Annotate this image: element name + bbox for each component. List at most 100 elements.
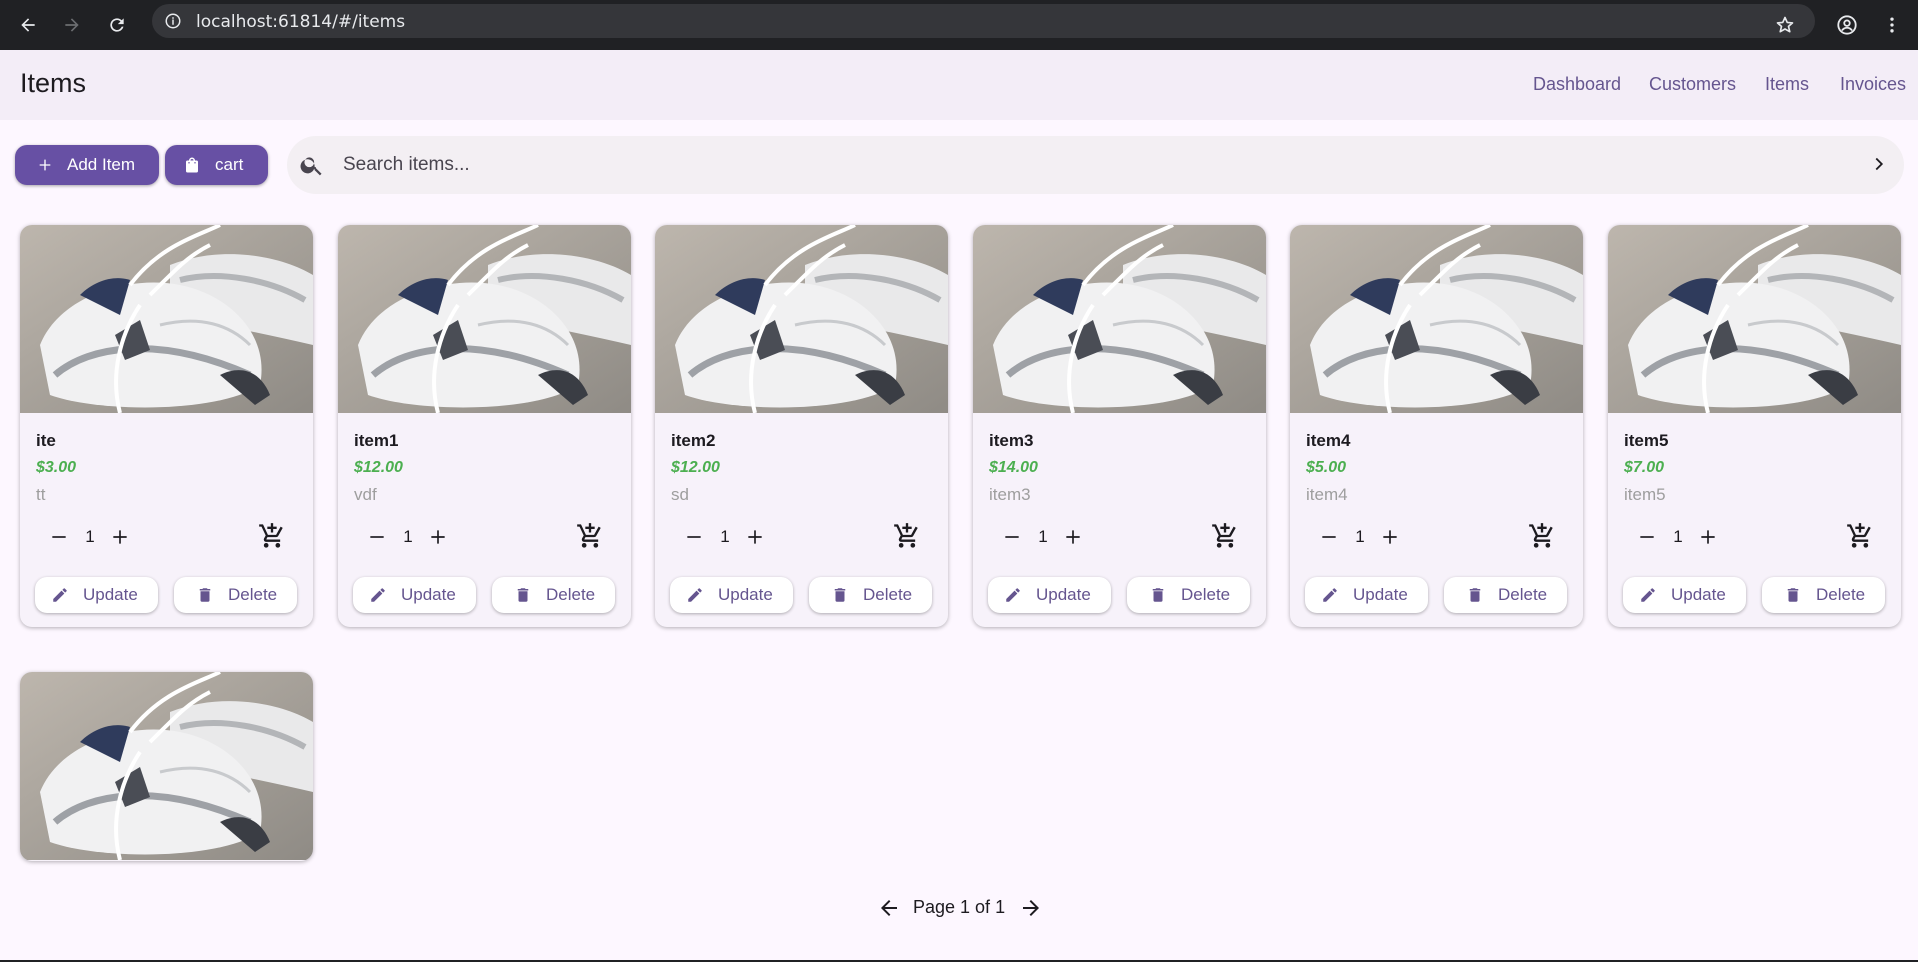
- delete-label: Delete: [1816, 585, 1866, 604]
- arrow-left-icon: [881, 900, 897, 916]
- plus-icon: [1383, 530, 1397, 544]
- site-info-icon[interactable]: [164, 12, 182, 35]
- item-description: vdf: [354, 485, 377, 504]
- minus-icon: [1322, 536, 1336, 538]
- forward-icon[interactable]: [56, 9, 88, 41]
- update-button[interactable]: Update: [988, 577, 1111, 613]
- increase-quantity-button[interactable]: [1375, 522, 1405, 552]
- decrease-quantity-button[interactable]: [679, 522, 709, 552]
- add-to-cart-button[interactable]: [575, 521, 605, 551]
- delete-button[interactable]: Delete: [1127, 577, 1250, 613]
- item-name: ite: [36, 431, 56, 450]
- item-quantity: 1: [720, 527, 730, 546]
- delete-button[interactable]: Delete: [174, 577, 297, 613]
- item-quantity: 1: [1673, 527, 1683, 546]
- delete-label: Delete: [546, 585, 596, 604]
- address-bar[interactable]: localhost:61814/#/items: [152, 4, 1815, 38]
- url-text[interactable]: localhost:61814/#/items: [196, 12, 405, 32]
- add-to-cart-button[interactable]: [1210, 521, 1240, 551]
- item-card: item4 $5.00 item4 1 Update Delete: [1290, 225, 1583, 627]
- add-shopping-cart-icon: [577, 523, 601, 548]
- sneaker-image: [20, 225, 313, 413]
- item-card: item5 $7.00 item5 1 Update Delete: [1608, 225, 1901, 627]
- add-to-cart-button[interactable]: [1527, 521, 1557, 551]
- item-description: item3: [989, 485, 1031, 504]
- edit-pencil-icon: [1641, 588, 1655, 602]
- minus-icon: [1005, 536, 1019, 538]
- update-label: Update: [1671, 585, 1726, 604]
- item-name: item2: [671, 431, 716, 450]
- search-input[interactable]: [343, 146, 1823, 184]
- bookmark-star-icon[interactable]: [1769, 9, 1801, 41]
- delete-label: Delete: [863, 585, 913, 604]
- increase-quantity-button[interactable]: [1058, 522, 1088, 552]
- delete-button[interactable]: Delete: [1762, 577, 1885, 613]
- plus-icon: [113, 530, 127, 544]
- delete-button[interactable]: Delete: [809, 577, 932, 613]
- plus-icon: [748, 530, 762, 544]
- item-name: item3: [989, 431, 1034, 450]
- delete-button[interactable]: Delete: [492, 577, 615, 613]
- increase-quantity-button[interactable]: [1693, 522, 1723, 552]
- add-to-cart-button[interactable]: [1845, 521, 1875, 551]
- decrease-quantity-button[interactable]: [362, 522, 392, 552]
- increase-quantity-button[interactable]: [423, 522, 453, 552]
- increase-quantity-button[interactable]: [740, 522, 770, 552]
- delete-label: Delete: [1181, 585, 1231, 604]
- add-item-button[interactable]: Add Item: [15, 145, 159, 185]
- search-bar[interactable]: [287, 136, 1904, 194]
- reload-icon[interactable]: [101, 9, 133, 41]
- decrease-quantity-button[interactable]: [997, 522, 1027, 552]
- update-button[interactable]: Update: [353, 577, 476, 613]
- edit-pencil-icon: [371, 588, 385, 602]
- nav-dashboard[interactable]: Dashboard: [1533, 74, 1621, 95]
- item-price: $12.00: [354, 459, 403, 476]
- add-shopping-cart-icon: [1847, 523, 1871, 548]
- nav-items[interactable]: Items: [1765, 74, 1809, 95]
- update-label: Update: [401, 585, 456, 604]
- plus-icon: [39, 159, 51, 171]
- pagination: Page 1 of 1: [0, 893, 1918, 923]
- decrease-quantity-button[interactable]: [1632, 522, 1662, 552]
- update-button[interactable]: Update: [670, 577, 793, 613]
- chevron-right-icon[interactable]: [1868, 153, 1890, 180]
- item-description: sd: [671, 485, 689, 504]
- add-shopping-cart-icon: [1529, 523, 1553, 548]
- item-description: tt: [36, 485, 46, 504]
- update-button[interactable]: Update: [35, 577, 158, 613]
- nav-customers[interactable]: Customers: [1649, 74, 1736, 95]
- item-name: item4: [1306, 431, 1351, 450]
- add-shopping-cart-icon: [894, 523, 918, 548]
- item-quantity: 1: [85, 527, 95, 546]
- update-button[interactable]: Update: [1623, 577, 1746, 613]
- previous-page-button[interactable]: [876, 895, 902, 921]
- minus-icon: [687, 536, 701, 538]
- trash-icon: [199, 588, 211, 602]
- item-name: item1: [354, 431, 399, 450]
- delete-button[interactable]: Delete: [1444, 577, 1567, 613]
- plus-icon: [1701, 530, 1715, 544]
- nav-invoices[interactable]: Invoices: [1840, 74, 1906, 95]
- more-menu-icon[interactable]: [1876, 9, 1908, 41]
- update-label: Update: [1353, 585, 1408, 604]
- trash-icon: [517, 588, 529, 602]
- back-icon[interactable]: [12, 9, 44, 41]
- increase-quantity-button[interactable]: [105, 522, 135, 552]
- profile-icon[interactable]: [1831, 9, 1863, 41]
- cart-button[interactable]: cart: [165, 145, 268, 185]
- add-to-cart-button[interactable]: [892, 521, 922, 551]
- item-price: $7.00: [1624, 459, 1665, 476]
- update-label: Update: [718, 585, 773, 604]
- decrease-quantity-button[interactable]: [44, 522, 74, 552]
- plus-icon: [431, 530, 445, 544]
- update-button[interactable]: Update: [1305, 577, 1428, 613]
- sneaker-image: [20, 672, 313, 860]
- shopping-bag-icon: [186, 157, 198, 173]
- next-page-button[interactable]: [1018, 895, 1044, 921]
- trash-icon: [1787, 588, 1799, 602]
- trash-icon: [834, 588, 846, 602]
- sneaker-image: [338, 225, 631, 413]
- decrease-quantity-button[interactable]: [1314, 522, 1344, 552]
- add-to-cart-button[interactable]: [257, 521, 287, 551]
- item-price: $5.00: [1306, 459, 1347, 476]
